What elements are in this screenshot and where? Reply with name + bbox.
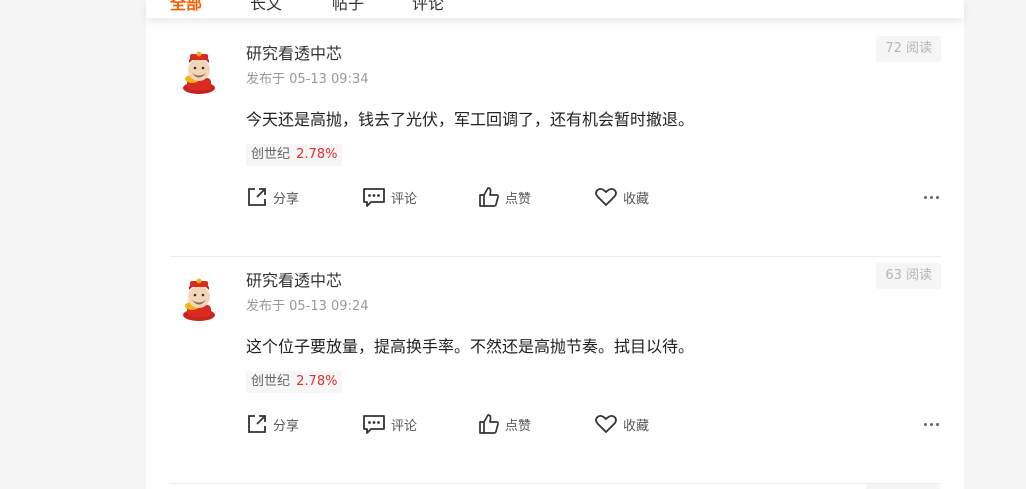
- heart-icon: [595, 414, 617, 433]
- stock-change: 2.78%: [296, 374, 338, 389]
- tab-comments[interactable]: 评论: [412, 0, 444, 14]
- share-label: 分享: [273, 191, 300, 207]
- comment-icon: [363, 415, 385, 434]
- like-button[interactable]: 点赞: [478, 185, 531, 209]
- read-count-badge: 63 阅读: [876, 263, 941, 289]
- heart-icon: [595, 187, 617, 206]
- comment-button[interactable]: 评论: [362, 185, 417, 209]
- comment-label: 评论: [391, 191, 418, 207]
- tab-bar: 全部 长文 帖子 评论: [146, 0, 964, 18]
- favorite-button[interactable]: 收藏: [594, 412, 649, 436]
- avatar[interactable]: [178, 275, 220, 321]
- comment-icon: [363, 188, 385, 207]
- share-button[interactable]: 分享: [246, 412, 299, 436]
- read-count-badge: [866, 484, 940, 489]
- more-options-icon[interactable]: [924, 185, 939, 209]
- stock-name: 创世纪: [251, 374, 291, 389]
- divider: [170, 483, 941, 484]
- more-options-icon[interactable]: [924, 412, 939, 436]
- tab-posts[interactable]: 帖子: [332, 0, 364, 14]
- comment-label: 评论: [391, 418, 418, 434]
- stock-tag[interactable]: 创世纪 2.78%: [246, 371, 343, 393]
- favorite-button[interactable]: 收藏: [594, 185, 649, 209]
- author-name[interactable]: 研究看透中芯: [246, 267, 342, 291]
- share-icon: [248, 415, 266, 433]
- favorite-label: 收藏: [623, 418, 650, 434]
- like-label: 点赞: [505, 191, 532, 207]
- tab-articles[interactable]: 长文: [250, 0, 282, 14]
- like-label: 点赞: [505, 418, 532, 434]
- stock-tag[interactable]: 创世纪 2.78%: [246, 144, 343, 166]
- tab-all[interactable]: 全部: [170, 0, 202, 14]
- post-time: 发布于 05-13 09:34: [246, 72, 369, 87]
- share-button[interactable]: 分享: [246, 185, 299, 209]
- post-item: 研究看透中芯 发布于 05-13 09:24 63 阅读 这个位子要放量，提高换…: [170, 257, 941, 484]
- comment-button[interactable]: 评论: [362, 412, 417, 436]
- favorite-label: 收藏: [623, 191, 650, 207]
- post-item: 研究看透中芯 发布于 05-13 09:34 72 阅读 今天还是高抛，钱去了光…: [170, 30, 941, 257]
- share-icon: [248, 188, 266, 206]
- avatar[interactable]: [178, 48, 220, 94]
- share-label: 分享: [273, 418, 300, 434]
- stock-change: 2.78%: [296, 147, 338, 162]
- thumbs-up-icon: [479, 187, 499, 207]
- stock-name: 创世纪: [251, 147, 291, 162]
- post-content[interactable]: 这个位子要放量，提高换手率。不然还是高抛节奏。拭目以待。: [246, 333, 694, 357]
- like-button[interactable]: 点赞: [478, 412, 531, 436]
- post-content[interactable]: 今天还是高抛，钱去了光伏，军工回调了，还有机会暂时撤退。: [246, 106, 694, 130]
- read-count-badge: 72 阅读: [876, 36, 941, 62]
- author-name[interactable]: 研究看透中芯: [246, 40, 342, 64]
- thumbs-up-icon: [479, 414, 499, 434]
- post-time: 发布于 05-13 09:24: [246, 299, 369, 314]
